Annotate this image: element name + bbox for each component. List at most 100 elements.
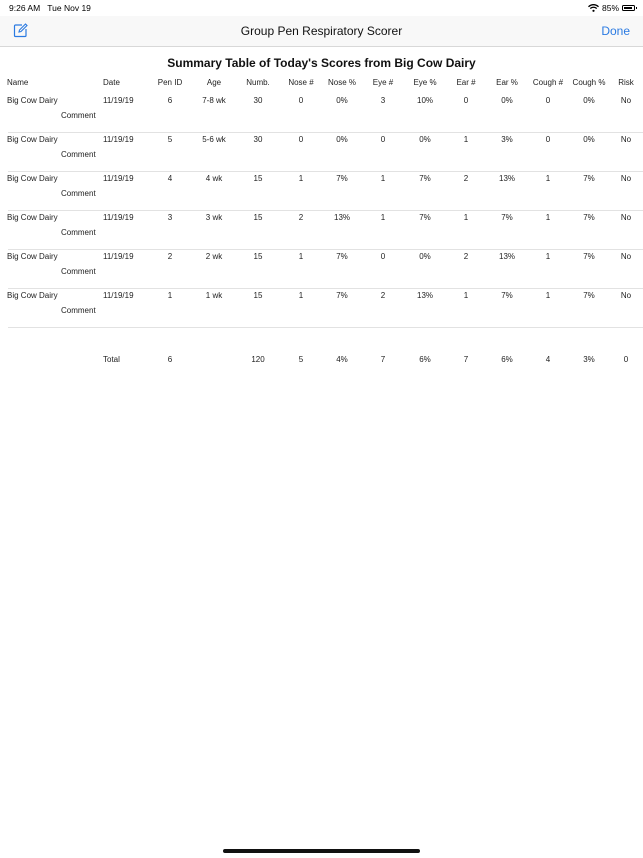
cell-nose-count: 1 (298, 291, 304, 300)
cell-nose-pct: 0% (336, 135, 348, 144)
cell-cough-pct: 0% (583, 135, 595, 144)
cell-risk: No (620, 291, 632, 300)
cell-cough-pct: 7% (583, 252, 595, 261)
battery-percent: 85% (601, 3, 619, 13)
table-header: Name Date Pen ID Age Numb. Nose # Nose %… (0, 76, 643, 94)
cell-date: 11/19/19 (103, 174, 134, 183)
total-ear-pct: 6% (501, 355, 513, 364)
table-row-values: Big Cow Dairy 11/19/19 5 5-6 wk 30 0 0% 0 0% 1 3% 0… (0, 133, 643, 150)
cell-cough-count: 1 (545, 291, 551, 300)
header-numb: Numb. (246, 78, 270, 87)
cell-ear-count: 1 (463, 213, 469, 222)
cell-eye-pct: 10% (416, 96, 434, 105)
done-button[interactable]: Done (601, 24, 630, 38)
table-row[interactable]: Big Cow Dairy 11/19/19 3 3 wk 15 2 13% 1 7% 1 7% 1 7… (0, 211, 643, 250)
nav-title: Group Pen Respiratory Scorer (240, 24, 403, 38)
cell-eye-pct: 0% (419, 252, 431, 261)
cell-nose-count: 0 (298, 135, 304, 144)
cell-cough-pct: 7% (583, 291, 595, 300)
total-risk: 0 (623, 355, 629, 364)
cell-cough-count: 1 (545, 174, 551, 183)
cell-nose-pct: 7% (336, 252, 348, 261)
header-eye-count: Eye # (372, 78, 394, 87)
header-risk: Risk (618, 78, 634, 87)
cell-age: 2 wk (205, 252, 223, 261)
cell-pen-id: 6 (167, 96, 173, 105)
header-ear-pct: Ear % (496, 78, 518, 87)
table-row-values: Big Cow Dairy 11/19/19 2 2 wk 15 1 7% 0 0% 2 13% 1 7… (0, 250, 643, 267)
table-row[interactable]: Big Cow Dairy 11/19/19 6 7-8 wk 30 0 0% 3 10% 0 0%… (0, 94, 643, 133)
cell-ear-pct: 0% (501, 96, 513, 105)
cell-ear-count: 0 (463, 96, 469, 105)
header-ear-count: Ear # (456, 78, 476, 87)
cell-cough-pct: 7% (583, 213, 595, 222)
cell-cough-count: 0 (545, 96, 551, 105)
cell-eye-pct: 0% (419, 135, 431, 144)
cell-ear-pct: 13% (498, 252, 516, 261)
cell-eye-count: 1 (380, 174, 386, 183)
total-pen-id: 6 (167, 355, 173, 364)
cell-ear-pct: 7% (501, 291, 513, 300)
report-title: Summary Table of Today's Scores from Big… (167, 56, 476, 70)
header-cough-pct: Cough % (572, 78, 606, 87)
total-cough-pct: 3% (583, 355, 595, 364)
cell-date: 11/19/19 (103, 291, 134, 300)
cell-risk: No (620, 174, 632, 183)
table-row-values: Big Cow Dairy 11/19/19 4 4 wk 15 1 7% 1 7% 2 13% 1 7… (0, 172, 643, 189)
cell-name: Big Cow Dairy (7, 213, 58, 222)
cell-eye-count: 3 (380, 96, 386, 105)
cell-age: 7-8 wk (202, 96, 226, 105)
header-name: Name (7, 78, 29, 87)
cell-name: Big Cow Dairy (7, 252, 58, 261)
table-row[interactable]: Big Cow Dairy 11/19/19 5 5-6 wk 30 0 0% 0 0% 1 3% 0… (0, 133, 643, 172)
comment-label: Comment (61, 306, 96, 315)
cell-eye-count: 0 (380, 252, 386, 261)
cell-age: 3 wk (205, 213, 223, 222)
cell-eye-pct: 7% (419, 213, 431, 222)
cell-nose-pct: 13% (333, 213, 351, 222)
comment-label: Comment (61, 111, 96, 120)
table-row-values: Big Cow Dairy 11/19/19 6 7-8 wk 30 0 0% 3 10% 0 0%… (0, 94, 643, 111)
status-right: 85% (588, 3, 637, 13)
cell-pen-id: 2 (167, 252, 173, 261)
cell-risk: No (620, 135, 632, 144)
cell-eye-count: 0 (380, 135, 386, 144)
comment-label: Comment (61, 150, 96, 159)
table-row[interactable]: Big Cow Dairy 11/19/19 1 1 wk 15 1 7% 2 13% 1 7% 1 7… (0, 289, 643, 328)
cell-nose-pct: 0% (336, 96, 348, 105)
comment-line[interactable]: Comment (0, 228, 643, 250)
comment-line[interactable]: Comment (0, 267, 643, 289)
table-row-values: Big Cow Dairy 11/19/19 3 3 wk 15 2 13% 1 7% 1 7% 1 7… (0, 211, 643, 228)
summary-table: Name Date Pen ID Age Numb. Nose # Nose %… (0, 76, 643, 371)
total-cough-count: 4 (545, 355, 551, 364)
total-row: Total 6 120 5 4% 7 6% 7 6% 4 3% 0 (0, 355, 643, 371)
cell-ear-count: 1 (463, 291, 469, 300)
table-row[interactable]: Big Cow Dairy 11/19/19 4 4 wk 15 1 7% 1 7% 2 13% 1 7… (0, 172, 643, 211)
cell-nose-count: 1 (298, 252, 304, 261)
cell-nose-count: 1 (298, 174, 304, 183)
table-row-values: Big Cow Dairy 11/19/19 1 1 wk 15 1 7% 2 13% 1 7% 1 7… (0, 289, 643, 306)
status-time: 9:26 AM Tue Nov 19 (9, 3, 91, 13)
comment-line[interactable]: Comment (0, 306, 643, 328)
comment-line[interactable]: Comment (0, 150, 643, 172)
total-ear-count: 7 (463, 355, 469, 364)
cell-age: 1 wk (205, 291, 223, 300)
table-row[interactable]: Big Cow Dairy 11/19/19 2 2 wk 15 1 7% 0 0% 2 13% 1 7… (0, 250, 643, 289)
cell-ear-pct: 7% (501, 213, 513, 222)
header-nose-count: Nose # (288, 78, 314, 87)
cell-pen-id: 3 (167, 213, 173, 222)
comment-line[interactable]: Comment (0, 189, 643, 211)
cell-nose-count: 2 (298, 213, 304, 222)
status-bar: 9:26 AM Tue Nov 19 85% (0, 0, 643, 16)
header-pen-id: Pen ID (157, 78, 183, 87)
cell-date: 11/19/19 (103, 135, 134, 144)
comment-label: Comment (61, 189, 96, 198)
cell-eye-count: 1 (380, 213, 386, 222)
home-indicator[interactable] (223, 849, 420, 853)
total-nose-count: 5 (298, 355, 304, 364)
comment-line[interactable]: Comment (0, 111, 643, 133)
cell-eye-pct: 13% (416, 291, 434, 300)
cell-risk: No (620, 213, 632, 222)
cell-age: 4 wk (205, 174, 223, 183)
cell-ear-count: 2 (463, 252, 469, 261)
